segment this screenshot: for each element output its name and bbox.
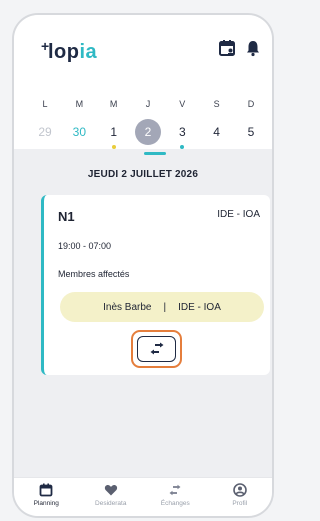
members-title: Membres affectés [58,269,130,279]
event-dot [180,145,185,149]
swap-arrows-icon [150,342,163,355]
day-1[interactable]: 1 [101,119,127,149]
shift-card[interactable]: N1 IDE - IOA 19:00 - 07:00 Membres affec… [41,195,270,375]
nav-profil[interactable]: Profil [215,478,265,507]
weekday-row: L M M J V S D [32,99,264,109]
day-3[interactable]: 3 [169,119,195,149]
weekday-label: V [179,99,186,109]
day-title: JEUDI 2 JUILLET 2026 [87,169,199,180]
nav-label: Profil [232,500,248,507]
bell-icon[interactable] [244,39,262,57]
shift-code: N1 [58,209,75,224]
swap-button-inner [137,336,176,362]
member-pill[interactable]: Inès Barbe | IDE - IOA [60,292,264,322]
nav-label: Planning [33,500,59,507]
shift-role: IDE - IOA [217,209,260,220]
phone-frame: + lopia L M M J V S D 29 30 1 2 3 4 5 JE… [12,13,274,518]
bottom-nav: Planning Desiderata Échanges Profil [14,477,272,516]
weekday-label: M [109,99,118,109]
heart-icon [104,485,117,496]
day-29[interactable]: 29 [32,119,58,145]
selected-day-indicator [144,152,166,155]
calendar-user-icon[interactable] [218,39,236,57]
swap-button[interactable] [131,330,182,368]
nav-echanges[interactable]: Échanges [150,478,200,507]
top-bar: + lopia L M M J V S D 29 30 1 2 3 4 5 [14,15,272,149]
weekday-label: L [42,99,48,109]
weekday-label: M [75,99,84,109]
weekday-label: J [145,99,151,109]
nav-planning[interactable]: Planning [21,478,71,507]
nav-label: Échanges [160,500,190,507]
weekday-label: D [247,99,255,109]
user-icon [232,483,247,497]
day-30[interactable]: 30 [66,119,92,145]
nav-desiderata[interactable]: Desiderata [86,478,136,507]
nav-label: Desiderata [95,500,127,507]
shift-hours: 19:00 - 07:00 [58,241,112,251]
app-logo: + lopia [41,38,98,63]
weekday-label: S [213,99,220,109]
day-2-selected[interactable]: 2 [134,119,161,145]
day-4[interactable]: 4 [204,119,230,145]
day-number-row: 29 30 1 2 3 4 5 [32,119,264,149]
member-name: Inès Barbe [103,301,152,313]
event-dot [111,145,116,149]
member-separator: | [163,301,167,313]
member-role: IDE - IOA [178,301,221,313]
day-5[interactable]: 5 [238,119,264,145]
swap-icon [169,484,181,496]
calendar-icon [39,483,53,497]
